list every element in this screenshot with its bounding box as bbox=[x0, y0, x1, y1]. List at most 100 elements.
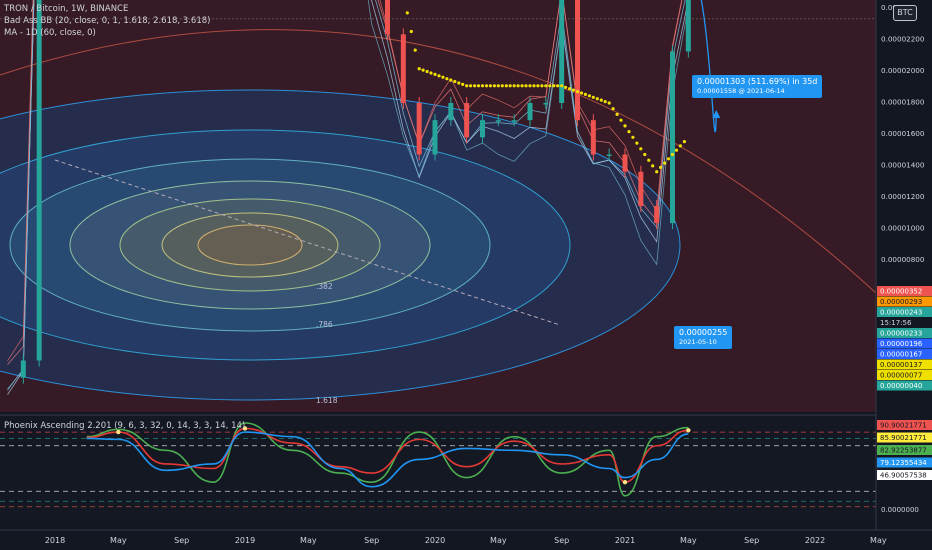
ma-dot bbox=[568, 87, 572, 91]
ma-dot bbox=[516, 84, 520, 88]
osc-zero-tick: 0.0000000 bbox=[881, 506, 919, 514]
indicator-ma-label[interactable]: MA - 1D (60, close, 0) bbox=[4, 28, 96, 39]
oscillator-label[interactable]: Phoenix Ascending 2.201 (9, 6, 3, 32, 0,… bbox=[4, 421, 245, 432]
ma-dot bbox=[643, 152, 647, 157]
ma-dot bbox=[417, 67, 421, 71]
ma-dot bbox=[575, 90, 580, 94]
candle-32 bbox=[511, 120, 517, 122]
projection-callout[interactable]: 0.00001303 (511.69%) in 35d 0.00001558 @… bbox=[692, 75, 823, 98]
ma-dot bbox=[579, 91, 584, 95]
ma-dot bbox=[524, 84, 528, 88]
ma-dot bbox=[663, 161, 667, 165]
candle-2 bbox=[36, 0, 42, 361]
ma-dot bbox=[476, 84, 481, 88]
ma-dot bbox=[659, 165, 663, 169]
y-tick-1: 0.00002200 bbox=[881, 35, 925, 44]
ma-dot bbox=[480, 84, 485, 88]
x-tick-0: 2018 bbox=[45, 536, 65, 545]
ma-dot bbox=[631, 135, 635, 139]
ma-dot bbox=[682, 140, 687, 144]
y-tick-8: 0.00000800 bbox=[881, 255, 925, 264]
candle-31 bbox=[495, 120, 501, 122]
inner-label-1: .786 bbox=[316, 320, 333, 329]
currency-badge[interactable]: BTC bbox=[893, 5, 917, 21]
ma-dot bbox=[647, 158, 651, 162]
ma-dot bbox=[603, 100, 607, 104]
ma-dot bbox=[674, 148, 679, 152]
price-callout[interactable]: 0.00000255 2021-05-10 bbox=[674, 326, 733, 349]
price-callout-value: 0.00000255 bbox=[679, 328, 728, 337]
price-pill-0: 0.00000352 bbox=[880, 288, 922, 296]
ma-dot bbox=[512, 84, 516, 88]
ma-dot bbox=[595, 97, 599, 101]
y-tick-6: 0.00001200 bbox=[881, 192, 925, 201]
ma-dot bbox=[504, 84, 508, 88]
candle-41 bbox=[654, 206, 660, 224]
candle-33 bbox=[527, 103, 533, 121]
ma-dot bbox=[666, 157, 671, 161]
ma-dot bbox=[433, 72, 437, 76]
candle-27 bbox=[432, 120, 438, 155]
ma-dot bbox=[449, 78, 453, 82]
symbol-title[interactable]: TRON / Bitcoin, 1W, BINANCE bbox=[4, 4, 128, 15]
y-tick-7: 0.00001000 bbox=[881, 224, 925, 233]
y-tick-4: 0.00001600 bbox=[881, 129, 925, 138]
ma-dot bbox=[678, 144, 683, 148]
candle-26 bbox=[416, 103, 422, 155]
price-pill-6: 0.00000167 bbox=[880, 351, 922, 359]
candle-40 bbox=[638, 171, 644, 206]
price-pill-8: 0.00000077 bbox=[880, 372, 922, 380]
ma-dot bbox=[670, 152, 675, 157]
ma-dot bbox=[532, 84, 536, 88]
ma-dot bbox=[623, 124, 627, 128]
ma-dot bbox=[508, 84, 512, 88]
ma-dot bbox=[587, 94, 592, 98]
x-tick-6: 2020 bbox=[425, 536, 445, 545]
candle-42 bbox=[670, 51, 675, 224]
osc-pill-0: 90.90021771 bbox=[880, 422, 927, 430]
x-tick-4: May bbox=[300, 536, 317, 545]
candle-28 bbox=[448, 103, 454, 121]
osc-pill-1: 85.90021771 bbox=[880, 434, 927, 442]
x-tick-9: 2021 bbox=[615, 536, 635, 545]
ma-dot bbox=[441, 75, 445, 79]
ma-dot bbox=[425, 69, 429, 74]
fib-ellipse-6 bbox=[197, 224, 303, 266]
ma-dot bbox=[544, 84, 548, 88]
osc-dot bbox=[686, 428, 691, 433]
ma-dot bbox=[536, 84, 540, 88]
x-tick-1: May bbox=[110, 536, 127, 545]
ma-dot bbox=[421, 68, 425, 72]
ma-dot bbox=[635, 141, 639, 145]
ma-dot bbox=[461, 82, 465, 86]
ma-dot bbox=[615, 112, 619, 116]
ma-dot bbox=[453, 79, 457, 84]
ma-dot bbox=[552, 84, 556, 88]
ma-dot bbox=[492, 84, 496, 88]
x-tick-13: May bbox=[870, 536, 887, 545]
inner-label-2: 1.618 bbox=[316, 396, 338, 405]
ma-dot bbox=[413, 48, 417, 52]
candle-1 bbox=[20, 360, 26, 378]
candle-29 bbox=[464, 103, 470, 138]
candle-24 bbox=[385, 0, 390, 35]
x-tick-8: Sep bbox=[554, 536, 569, 545]
x-tick-10: May bbox=[680, 536, 697, 545]
ma-dot bbox=[496, 84, 500, 88]
ma-dot bbox=[429, 71, 433, 75]
ma-dot bbox=[469, 84, 473, 88]
ma-dot bbox=[445, 77, 449, 81]
candle-34 bbox=[543, 103, 549, 105]
y-tick-2: 0.00002000 bbox=[881, 66, 925, 75]
osc-pill-3: 79.12355434 bbox=[880, 459, 927, 467]
projection-line-2: 0.00001558 @ 2021-06-14 bbox=[697, 87, 785, 95]
ma-dot bbox=[599, 98, 603, 102]
ma-dot bbox=[465, 84, 469, 88]
indicator-bb-label[interactable]: Bad Ass BB (20, close, 0, 1, 1.618, 2.61… bbox=[4, 16, 210, 27]
ma-dot bbox=[591, 95, 595, 99]
ma-dot bbox=[548, 84, 552, 88]
price-pill-9: 0.00000040 bbox=[880, 382, 922, 390]
x-tick-12: 2022 bbox=[805, 536, 825, 545]
ma-dot bbox=[556, 84, 560, 88]
ma-dot bbox=[655, 170, 659, 174]
